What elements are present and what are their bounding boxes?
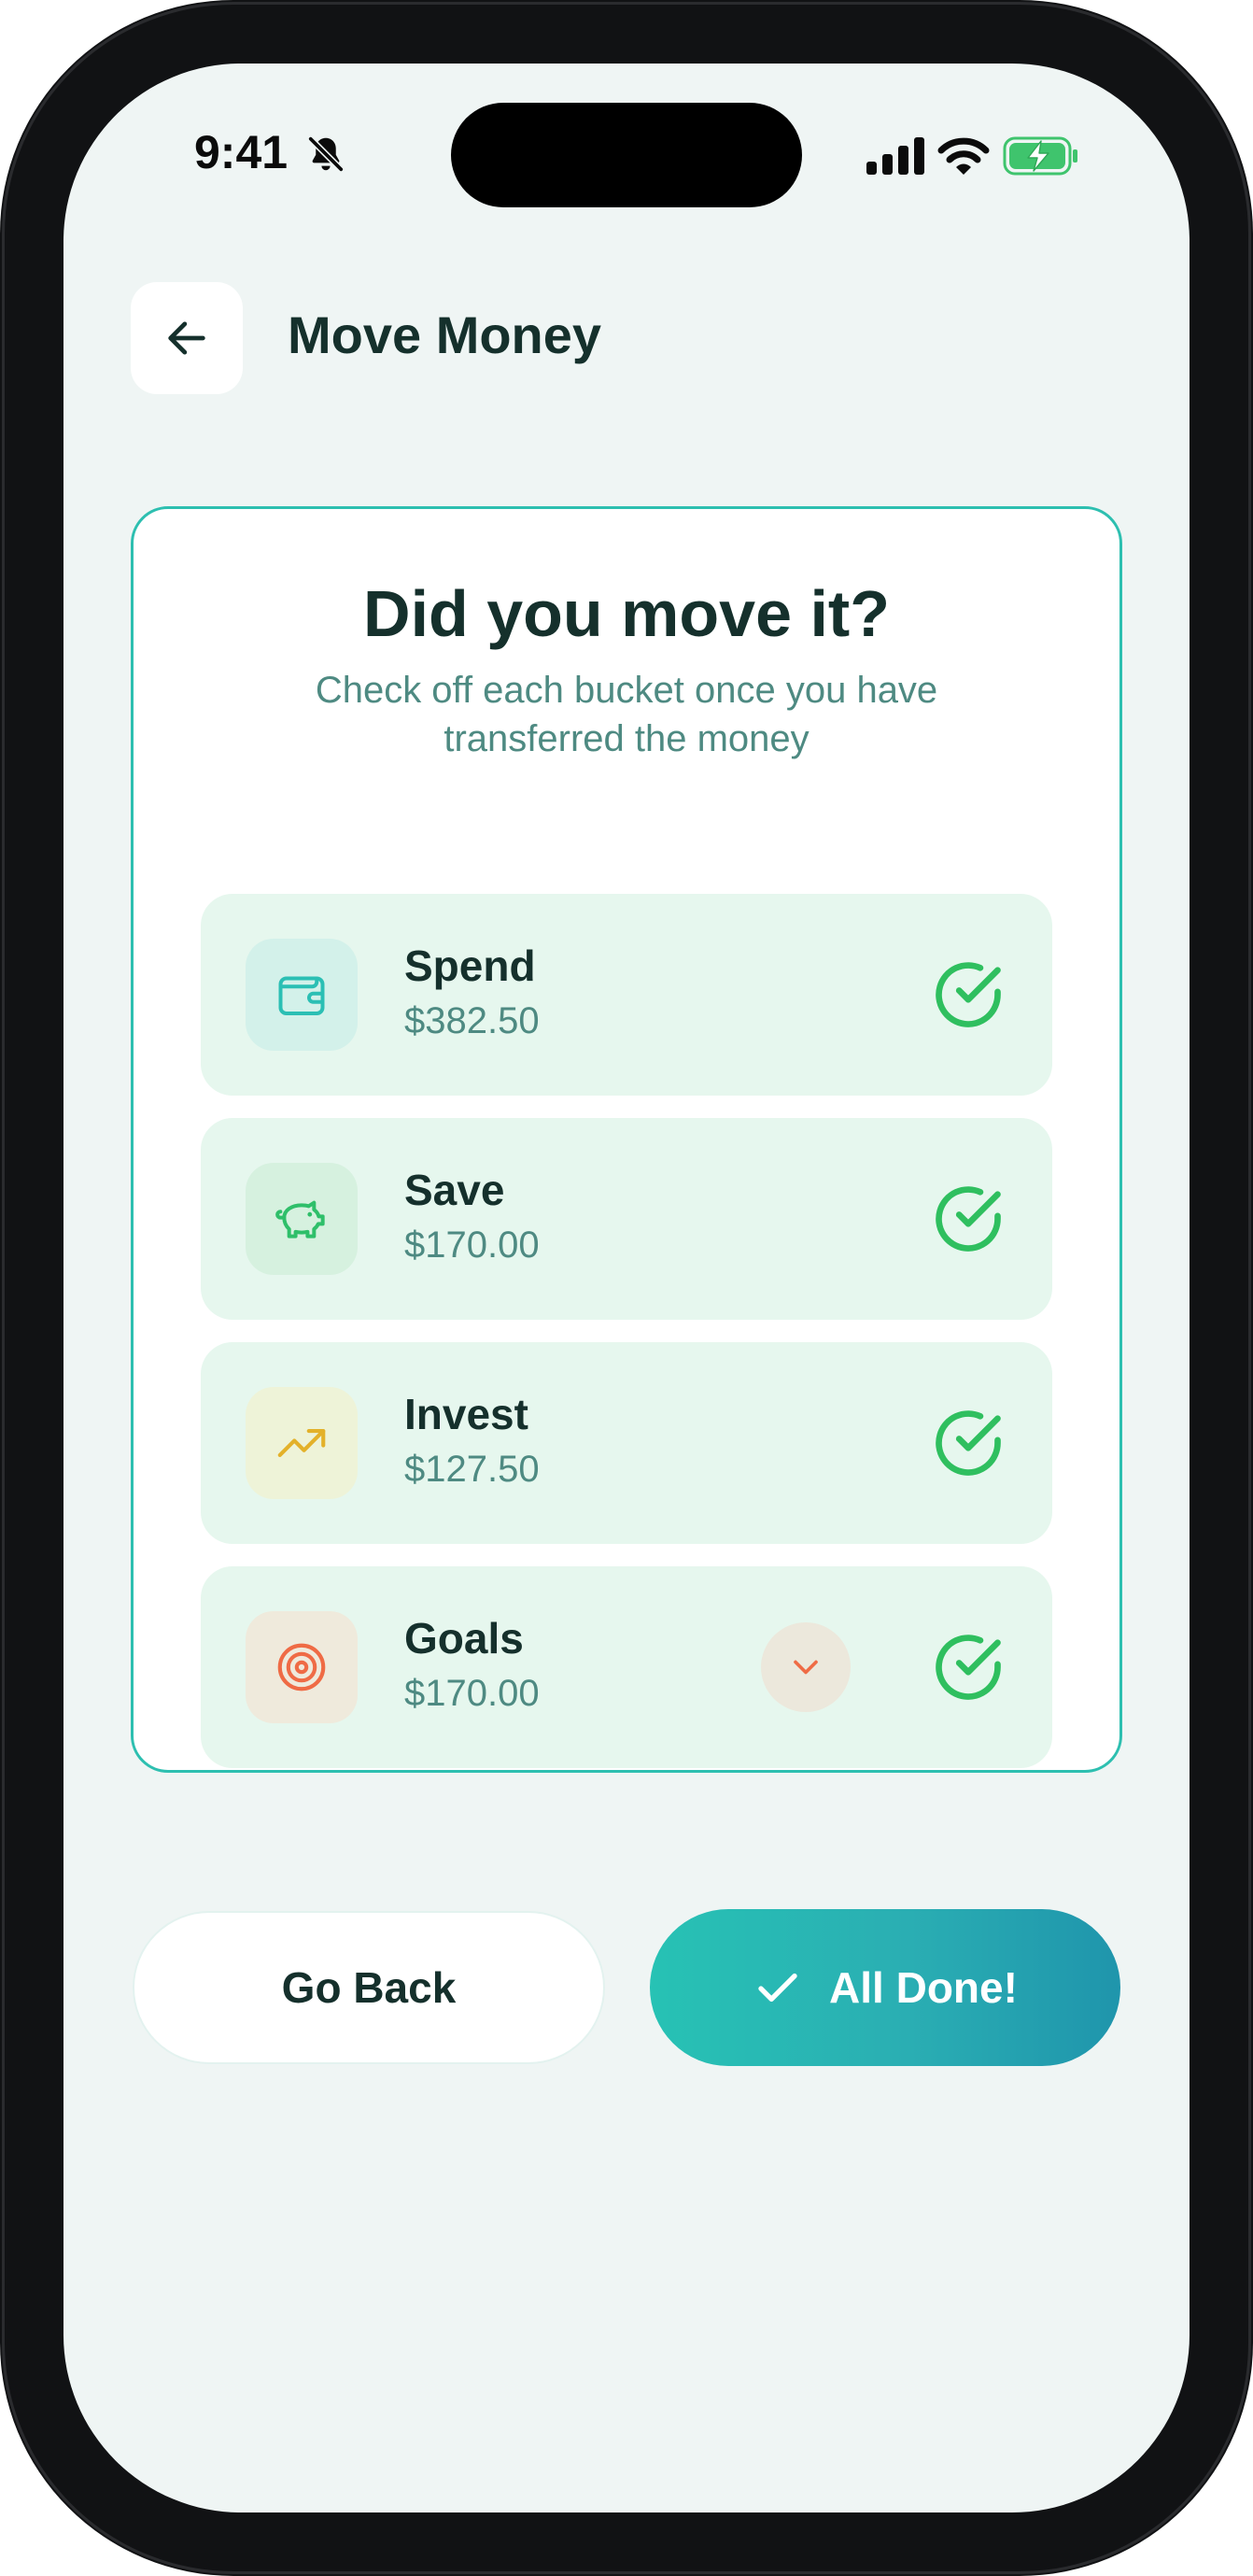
app-screen: 9:41 Move Money Did you move it? Check o… [63,64,1190,2512]
card-subtitle: Check off each bucket once you have tran… [315,670,938,759]
all-done-button[interactable]: All Done! [650,1909,1120,2066]
check-circle-icon[interactable] [929,955,1007,1034]
bucket-save: Save $170.00 [201,1118,1052,1320]
status-icons [866,134,1079,177]
bucket-name: Goals [404,1614,524,1663]
phone-frame: 9:41 Move Money Did you move it? Check o… [0,0,1253,2576]
page-title: Move Money [288,305,602,364]
target-icon [277,1643,326,1691]
bucket-amount: $170.00 [404,1224,540,1266]
arrow-left-icon [168,321,205,355]
back-button[interactable] [131,282,243,394]
check-circle-icon[interactable] [929,1404,1007,1482]
go-back-button[interactable]: Go Back [133,1911,605,2064]
bucket-amount: $127.50 [404,1449,540,1490]
bucket-name: Invest [404,1390,528,1438]
wifi-icon [937,137,990,175]
bell-slash-icon [307,135,345,173]
move-confirmation-card: Did you move it? Check off each bucket o… [131,506,1122,1773]
bucket-spend: Spend $382.50 [201,894,1052,1096]
cellular-signal-icon [866,137,924,175]
bucket-name: Save [404,1166,505,1214]
dynamic-island [451,103,802,207]
status-time: 9:41 [194,126,289,178]
bucket-amount: $382.50 [404,1000,540,1041]
check-circle-icon[interactable] [929,1180,1007,1258]
bucket-goals: Goals $170.00 [201,1566,1052,1768]
bucket-icon-invest [246,1387,358,1499]
bucket-invest: Invest $127.50 [201,1342,1052,1544]
checkmark-icon [758,1973,797,2003]
all-done-label: All Done! [829,1963,1018,2012]
go-back-label: Go Back [281,1963,457,2012]
piggy-bank-icon [275,1200,325,1238]
wallet-icon [278,976,325,1015]
bucket-icon-save [246,1163,358,1275]
check-circle-icon[interactable] [929,1628,1007,1706]
trending-up-icon [277,1429,326,1457]
bucket-icon-goals [246,1611,358,1723]
bucket-amount: $170.00 [404,1673,540,1714]
card-title: Did you move it? [363,577,890,650]
expand-button[interactable] [761,1622,851,1712]
chevron-down-icon [794,1660,818,1675]
battery-charging-icon [1003,136,1077,176]
bucket-name: Spend [404,941,536,990]
bucket-icon-spend [246,939,358,1051]
